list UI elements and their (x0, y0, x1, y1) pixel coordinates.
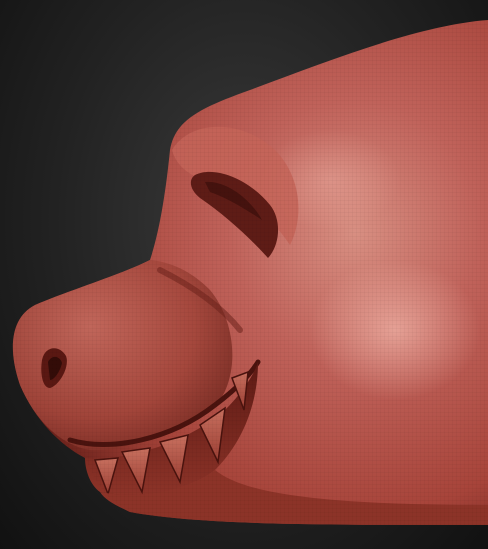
sculpt-viewport[interactable] (0, 0, 488, 549)
creature-head-sculpt (12, 20, 488, 525)
wireframe-overlay (12, 20, 488, 525)
